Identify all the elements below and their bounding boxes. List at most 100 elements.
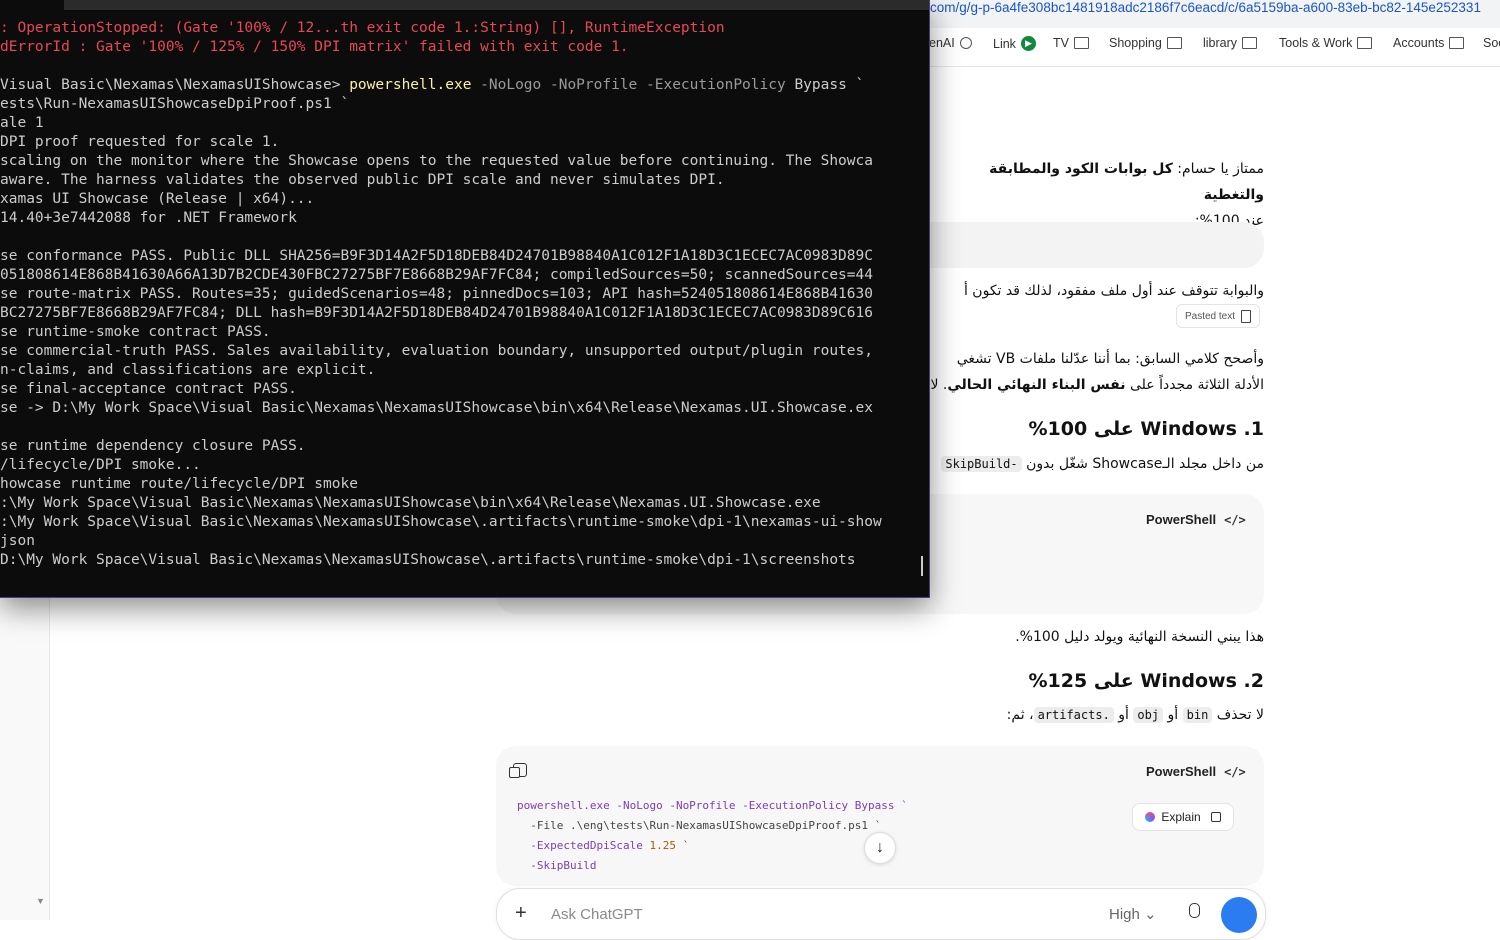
code-line: powershell.exe -NoLogo -NoProfile -Execu… bbox=[517, 799, 908, 812]
bookmark-folder-tv[interactable]: TV bbox=[1053, 36, 1089, 50]
code-language-label: PowerShell bbox=[1146, 512, 1217, 527]
code-language-label: PowerShell bbox=[1146, 764, 1217, 779]
section-heading: 1. Windows على 100% bbox=[1028, 418, 1265, 440]
terminal-command-args: Bypass ` bbox=[794, 77, 865, 93]
code-language-header: PowerShell </> bbox=[1146, 764, 1246, 779]
terminal-line: aware. The harness validates the observe… bbox=[0, 172, 725, 188]
bookmark-folder-accounts[interactable]: Accounts bbox=[1393, 36, 1465, 50]
paragraph-text: الأدلة الثلاثة مجدداً على bbox=[1125, 377, 1264, 393]
code-language-header: PowerShell </> bbox=[1146, 512, 1246, 527]
terminal-line: scaling on the monitor where the Showcas… bbox=[0, 153, 873, 169]
model-selector[interactable]: High ⌄ bbox=[1109, 905, 1157, 923]
document-icon bbox=[1241, 309, 1252, 323]
terminal-line: se runtime dependency closure PASS. bbox=[0, 438, 306, 454]
paragraph-bold: نفس البناء النهائي الحالي bbox=[947, 377, 1126, 393]
assistant-paragraph: من داخل مجلد الـShowcase شغّل بدون SkipB… bbox=[930, 452, 1264, 476]
bookmark-folder-soc[interactable]: Soc bbox=[1483, 36, 1500, 50]
bookmark-label: library bbox=[1203, 36, 1238, 50]
chevron-down-icon: ⌄ bbox=[1144, 906, 1157, 923]
terminal-line: : OperationStopped: (Gate '100% / 12...t… bbox=[0, 20, 725, 36]
code-line-part: ` bbox=[868, 819, 882, 832]
terminal-tab-bar[interactable] bbox=[64, 0, 929, 10]
terminal-cursor bbox=[921, 556, 923, 576]
pasted-text-chip[interactable]: Pasted text bbox=[1176, 304, 1260, 328]
assistant-paragraph: لا تحذف bin أو obj أو artifacts.، ثم: bbox=[930, 703, 1264, 727]
composer-input[interactable] bbox=[549, 905, 953, 924]
folder-icon bbox=[1073, 37, 1089, 49]
code-content: powershell.exe -NoLogo -NoProfile -Execu… bbox=[517, 796, 908, 876]
microphone-icon[interactable] bbox=[1189, 903, 1200, 918]
terminal-line: se runtime-smoke contract PASS. bbox=[0, 324, 271, 340]
terminal-line: se commercial-truth PASS. Sales availabi… bbox=[0, 343, 873, 359]
scroll-down-button[interactable]: ↓ bbox=[864, 832, 896, 864]
explain-label: Explain bbox=[1161, 810, 1201, 824]
bookmark-folder-library[interactable]: library bbox=[1203, 36, 1258, 50]
terminal-line: DPI proof requested for scale 1. bbox=[0, 134, 280, 150]
folder-icon bbox=[1242, 37, 1258, 49]
paragraph-text: أو bbox=[1163, 707, 1183, 723]
explain-button[interactable]: Explain bbox=[1132, 803, 1234, 831]
sidebar-scroll-arrow-icon[interactable]: ▼ bbox=[36, 896, 45, 906]
terminal-line: n-claims, and classifications are explic… bbox=[0, 362, 376, 378]
arrow-down-icon: ↓ bbox=[876, 839, 884, 856]
bookmark-folder-tools-work[interactable]: Tools & Work bbox=[1279, 36, 1373, 50]
voice-mode-button[interactable] bbox=[1221, 897, 1257, 933]
terminal-line: /lifecycle/DPI smoke... bbox=[0, 457, 201, 473]
terminal-line: 14.40+3e7442088 for .NET Framework bbox=[0, 210, 297, 226]
folder-icon bbox=[1357, 37, 1373, 49]
bookmark-link[interactable]: Link ▶ bbox=[993, 36, 1036, 51]
paragraph-text: من داخل مجلد الـShowcase شغّل بدون bbox=[1021, 456, 1264, 472]
plus-icon[interactable]: + bbox=[515, 902, 527, 925]
terminal-line: dErrorId : Gate '100% / 125% / 150% DPI … bbox=[0, 39, 629, 55]
folder-icon bbox=[1449, 37, 1465, 49]
inline-code: obj bbox=[1133, 707, 1164, 723]
section-heading: 2. Windows على 125% bbox=[1028, 670, 1265, 692]
bookmark-label: Shopping bbox=[1109, 36, 1162, 50]
code-line-part: .\eng\tests\Run-NexamasUIShowcaseDpiProo… bbox=[569, 819, 868, 832]
terminal-window[interactable]: : OperationStopped: (Gate '100% / 12...t… bbox=[0, 0, 930, 598]
code-block: PowerShell </> powershell.exe -NoLogo -N… bbox=[496, 746, 1264, 886]
inline-code: bin bbox=[1182, 707, 1213, 723]
terminal-line: se route-matrix PASS. Routes=35; guidedS… bbox=[0, 286, 873, 302]
code-line-part: -File bbox=[517, 819, 570, 832]
sparkle-icon bbox=[1145, 812, 1156, 822]
paragraph-text: لا تحذف bbox=[1212, 707, 1264, 723]
code-line-part: 1.25 bbox=[649, 839, 676, 852]
terminal-line: :\My Work Space\Visual Basic\Nexamas\Nex… bbox=[0, 514, 882, 530]
paragraph-text: أو bbox=[1113, 707, 1134, 723]
terminal-command: powershell.exe bbox=[349, 77, 472, 93]
terminal-line: :\My Work Space\Visual Basic\Nexamas\Nex… bbox=[0, 495, 821, 511]
bookmark-label: Link bbox=[993, 36, 1016, 51]
bookmark-label: Soc bbox=[1483, 36, 1500, 50]
code-icon: </> bbox=[1224, 512, 1246, 527]
paragraph-text: والبوابة تتوقف عند أول ملف مفقود، لذلك ق… bbox=[963, 283, 1264, 299]
copy-icon[interactable] bbox=[509, 763, 527, 778]
folder-icon bbox=[1166, 37, 1182, 49]
assistant-paragraph: هذا يبني النسخة النهائية ويولد دليل 100%… bbox=[1015, 629, 1264, 645]
terminal-line: se -> D:\My Work Space\Visual Basic\Nexa… bbox=[0, 400, 873, 416]
terminal-prompt-line: Visual Basic\Nexamas\NexamasUIShowcase> … bbox=[0, 76, 910, 95]
terminal-line: xamas UI Showcase (Release | x64)... bbox=[0, 191, 315, 207]
url-text[interactable]: com/g/g-p-6a4fe308bc1481918adc2186f7c6ea… bbox=[930, 0, 1481, 18]
terminal-line: json bbox=[0, 533, 35, 549]
code-line-part: ` bbox=[675, 839, 690, 852]
paragraph-text: ، ثم: bbox=[1006, 707, 1034, 723]
code-line-part: -ExpectedDpiScale bbox=[517, 839, 650, 852]
assistant-paragraph: والبوابة تتوقف عند أول ملف مفقود، لذلك ق… bbox=[930, 278, 1264, 304]
model-label: High bbox=[1109, 906, 1140, 923]
bookmark-folder-shopping[interactable]: Shopping bbox=[1109, 36, 1182, 50]
paragraph-text: . لا bbox=[930, 377, 948, 393]
terminal-line: ale 1 bbox=[0, 115, 44, 131]
bookmark-label: TV bbox=[1053, 36, 1069, 50]
bookmark-openai[interactable]: enAI bbox=[929, 36, 972, 50]
terminal-prompt: Visual Basic\Nexamas\NexamasUIShowcase> bbox=[0, 77, 350, 93]
copy-icon[interactable] bbox=[1210, 812, 1221, 822]
inline-code: SkipBuild- bbox=[941, 456, 1022, 472]
terminal-line: howcase runtime route/lifecycle/DPI smok… bbox=[0, 476, 358, 492]
inline-code: artifacts. bbox=[1033, 707, 1114, 723]
bookmark-label: enAI bbox=[929, 36, 955, 50]
bookmark-label: Accounts bbox=[1393, 36, 1445, 50]
